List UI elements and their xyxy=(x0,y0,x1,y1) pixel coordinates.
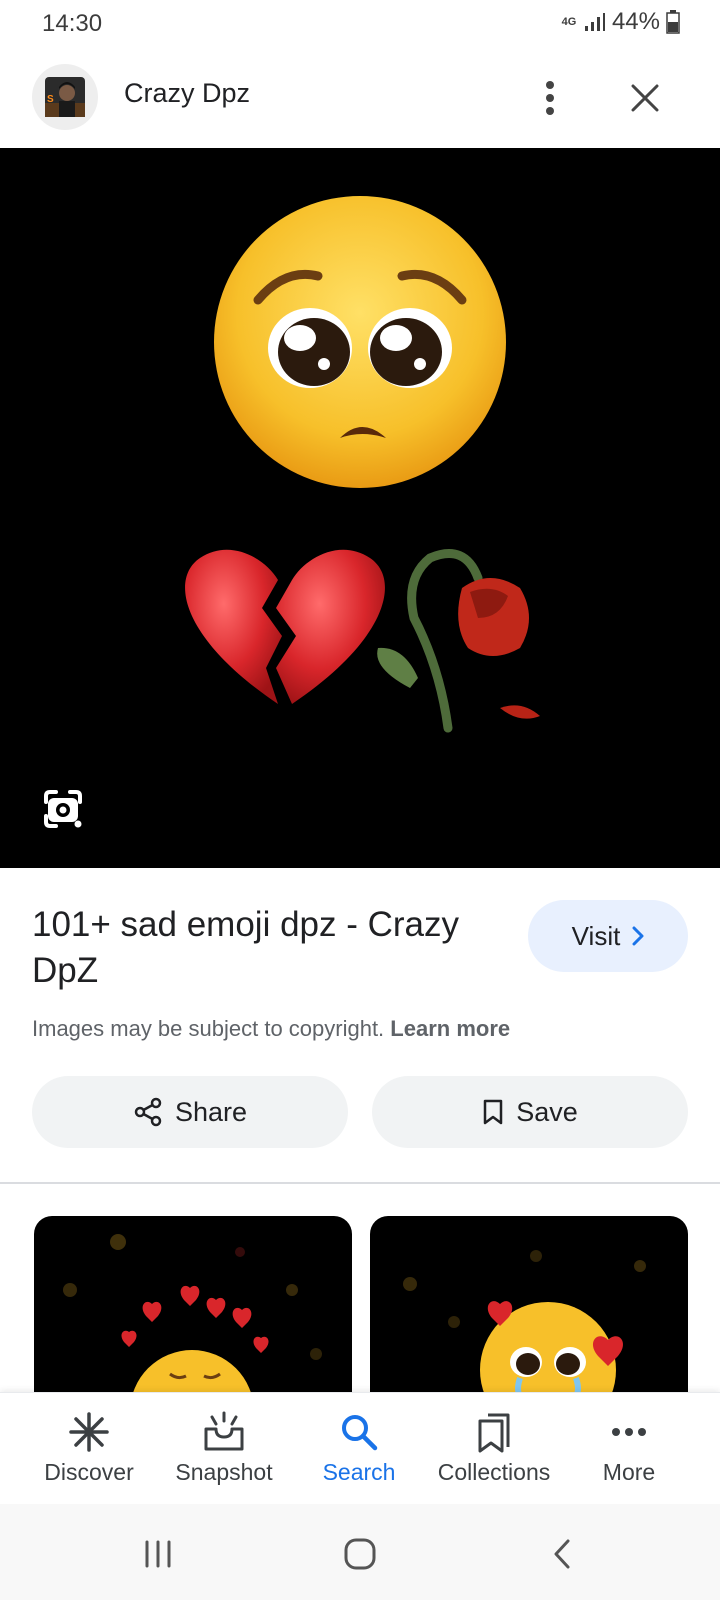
more-horiz-icon xyxy=(612,1428,646,1436)
nav-label-discover: Discover xyxy=(44,1459,134,1485)
snapshot-icon xyxy=(204,1411,244,1451)
network-type: 4G xyxy=(561,16,577,28)
status-time: 14:30 xyxy=(42,10,103,37)
related-image-1[interactable] xyxy=(34,1216,352,1396)
nav-label-search: Search xyxy=(322,1459,396,1485)
collections-icon-wrap xyxy=(470,1411,518,1453)
bookmark-icon xyxy=(483,1099,503,1125)
nav-label-more: More xyxy=(602,1459,656,1485)
status-indicators: 4G 44% xyxy=(560,8,680,36)
asterisk-icon xyxy=(69,1412,109,1452)
recent-apps-icon xyxy=(145,1540,171,1568)
system-navigation-bar xyxy=(0,1504,720,1600)
battery-percent: 44% xyxy=(611,8,660,35)
thumbnail-sad-emoji-hearts xyxy=(63,1234,322,1396)
share-button[interactable]: Share xyxy=(32,1076,348,1148)
more-options-button[interactable] xyxy=(530,74,570,122)
collections-icon xyxy=(478,1413,510,1453)
svg-text:S: S xyxy=(47,94,54,105)
nav-snapshot[interactable]: Snapshot xyxy=(157,1411,291,1486)
chevron-right-icon xyxy=(632,926,644,946)
bottom-navigation: Discover Snapshot Search Collections Mor… xyxy=(0,1392,720,1504)
search-icon xyxy=(342,1415,378,1451)
nav-label-collections: Collections xyxy=(437,1459,551,1485)
status-bar: 14:30 4G 44% xyxy=(0,0,720,48)
result-header: S Crazy Dpz xyxy=(0,56,720,146)
close-button[interactable] xyxy=(620,74,670,122)
back-icon xyxy=(554,1539,570,1569)
site-avatar[interactable]: S xyxy=(32,64,98,130)
nav-discover[interactable]: Discover xyxy=(22,1411,156,1486)
related-image-2[interactable] xyxy=(370,1216,688,1396)
share-label: Share xyxy=(174,1096,248,1127)
save-button[interactable]: Save xyxy=(372,1076,688,1148)
close-icon xyxy=(631,84,659,112)
snapshot-icon-wrap xyxy=(200,1411,248,1453)
more-horiz-icon-wrap xyxy=(605,1411,653,1453)
share-icon xyxy=(134,1097,162,1127)
home-icon xyxy=(344,1538,376,1570)
more-vert-icon xyxy=(546,81,554,115)
nav-search[interactable]: Search xyxy=(292,1411,426,1486)
nav-label-snapshot: Snapshot xyxy=(175,1459,273,1485)
section-divider xyxy=(0,1182,720,1184)
asterisk-icon-wrap xyxy=(65,1411,113,1453)
recent-apps-button[interactable] xyxy=(128,1532,188,1576)
nav-collections[interactable]: Collections xyxy=(427,1411,561,1486)
google-lens-button[interactable] xyxy=(40,786,86,832)
visit-button[interactable]: Visit xyxy=(528,900,688,972)
home-button[interactable] xyxy=(330,1532,390,1576)
copyright-notice: Images may be subject to copyright. Lear… xyxy=(32,1016,510,1042)
result-image[interactable] xyxy=(0,148,720,868)
lens-icon xyxy=(44,790,82,828)
save-label: Save xyxy=(516,1096,578,1127)
copyright-text: Images may be subject to copyright. xyxy=(32,1016,385,1041)
broken-heart-emoji xyxy=(185,549,385,704)
result-title[interactable]: 101+ sad emoji dpz - Crazy DpZ xyxy=(32,902,502,994)
wilted-rose-emoji xyxy=(377,549,540,733)
nav-more[interactable]: More xyxy=(562,1411,696,1486)
back-button[interactable] xyxy=(532,1532,592,1576)
avatar-image-icon: S xyxy=(45,77,85,117)
thumbnail-crying-emoji-heart xyxy=(403,1250,646,1396)
search-icon-wrap xyxy=(335,1411,383,1453)
signal-icon xyxy=(584,13,605,31)
learn-more-link[interactable]: Learn more xyxy=(390,1016,510,1041)
pleading-face-emoji xyxy=(214,196,506,488)
sad-emoji-illustration xyxy=(185,196,540,733)
site-title[interactable]: Crazy Dpz xyxy=(124,78,250,109)
battery-icon xyxy=(666,10,680,34)
visit-label: Visit xyxy=(571,920,621,951)
